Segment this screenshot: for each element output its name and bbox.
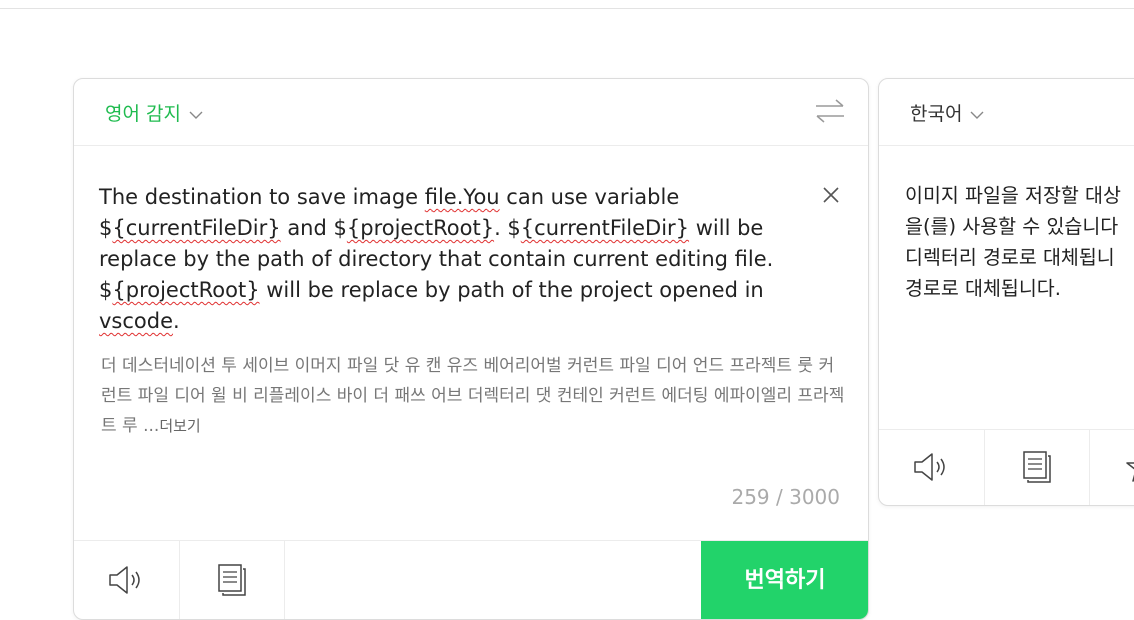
chevron-down-icon	[189, 103, 203, 125]
source-toolbar: 번역하기	[74, 540, 868, 619]
speaker-icon	[914, 453, 945, 481]
swap-languages-button[interactable]	[814, 97, 846, 125]
target-copy-button[interactable]	[984, 430, 1090, 505]
misspelled-word: file.You	[424, 185, 500, 209]
swap-arrows-icon	[816, 99, 844, 123]
source-panel-header: 영어 감지	[74, 79, 868, 146]
close-icon	[823, 187, 839, 203]
source-text-segment: will be replace by path of the project o…	[259, 278, 764, 302]
pronunciation-body: 더 데스터네이션 투 세이브 이머지 파일 닷 유 캔 유즈 베어리어벌 커런트…	[101, 356, 845, 436]
target-panel: 한국어 이미지 파일을 저장할 대상 을(를) 사용할 수 있습니다 디렉터리 …	[878, 78, 1134, 506]
speaker-icon	[109, 566, 140, 594]
source-text-segment: . $	[494, 216, 521, 240]
source-language-label: 영어 감지	[105, 103, 181, 125]
target-language-select[interactable]: 한국어	[910, 99, 984, 126]
source-copy-button[interactable]	[179, 541, 285, 619]
show-more-link[interactable]: 더보기	[159, 417, 200, 435]
target-language-label: 한국어	[910, 103, 963, 125]
chevron-down-icon	[970, 103, 984, 125]
character-counter: 259 / 3000	[731, 485, 840, 509]
misspelled-word: {projectRoot}	[346, 216, 495, 240]
source-language-select[interactable]: 영어 감지	[105, 99, 203, 126]
target-panel-header: 한국어	[879, 79, 1134, 146]
source-text-segment: .	[173, 309, 180, 333]
source-text-segment: and $	[280, 216, 347, 240]
translation-output: 이미지 파일을 저장할 대상 을(를) 사용할 수 있습니다 디렉터리 경로로 …	[905, 180, 1134, 304]
pronunciation-text: 더 데스터네이션 투 세이브 이머지 파일 닷 유 캔 유즈 베어리어벌 커런트…	[101, 351, 846, 441]
source-text-input[interactable]: The destination to save image file.You c…	[99, 182, 779, 337]
translation-line: 디렉터리 경로로 대체됩니	[905, 246, 1115, 269]
copy-icon	[1023, 451, 1051, 483]
clear-text-button[interactable]	[820, 184, 842, 206]
source-listen-button[interactable]	[74, 541, 180, 619]
copy-icon	[218, 564, 246, 596]
misspelled-word: {currentFileDir}	[112, 216, 281, 240]
target-listen-button[interactable]	[879, 430, 985, 505]
translation-line: 이미지 파일을 저장할 대상	[905, 184, 1121, 207]
misspelled-word: {projectRoot}	[112, 278, 260, 302]
translation-line: 경로로 대체됩니다.	[905, 277, 1061, 300]
misspelled-word: vscode	[99, 309, 174, 333]
target-toolbar	[879, 429, 1134, 505]
source-panel: 영어 감지 The destination to save image file…	[73, 78, 869, 620]
translation-line: 을(를) 사용할 수 있습니다	[905, 215, 1119, 238]
translate-button[interactable]: 번역하기	[701, 541, 868, 619]
source-text-segment: The destination to save image	[99, 185, 425, 209]
top-divider	[0, 0, 1134, 9]
star-icon	[1126, 462, 1134, 482]
target-favorite-button[interactable]	[1089, 430, 1134, 505]
misspelled-word: {currentFileDir}	[520, 216, 690, 240]
